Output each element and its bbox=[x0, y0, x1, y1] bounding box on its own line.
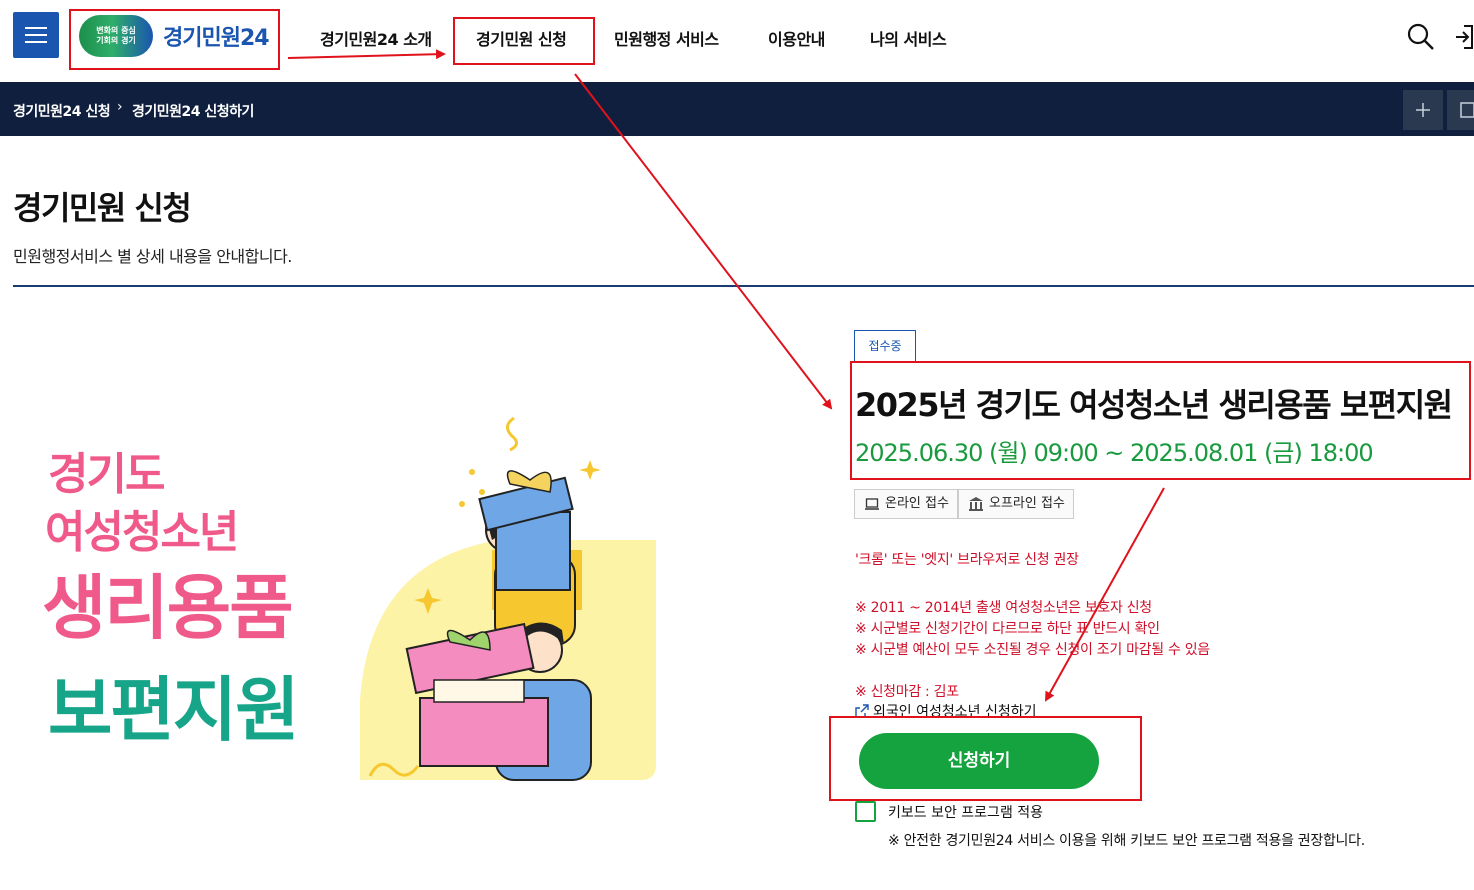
menu-bar-icon bbox=[25, 34, 47, 36]
annotation-arrow bbox=[1045, 487, 1165, 702]
add-bookmark-button[interactable] bbox=[1403, 90, 1443, 130]
poster-line: 여성청소년 bbox=[45, 507, 239, 558]
page-title: 경기민원 신청 bbox=[13, 189, 192, 227]
chip-label: 오프라인 접수 bbox=[989, 496, 1065, 511]
breadcrumb-item-current: 경기민원24 신청하기 bbox=[132, 104, 254, 120]
notice-line: ※ 시군별 예산이 모두 소진될 경우 신청이 조기 마감될 수 있음 bbox=[855, 642, 1210, 658]
poster-line: 생리용품 bbox=[42, 567, 294, 649]
login-icon[interactable] bbox=[1454, 22, 1474, 52]
keyboard-security-label: 키보드 보안 프로그램 적용 bbox=[888, 805, 1044, 821]
title-divider bbox=[13, 285, 1474, 287]
nav-admin-services[interactable]: 민원행정 서비스 bbox=[614, 26, 719, 50]
online-reception-chip: 온라인 접수 bbox=[854, 489, 958, 519]
annotation-box-apply bbox=[829, 716, 1142, 801]
poster-line: 보편지원 bbox=[48, 669, 300, 751]
plus-icon bbox=[1416, 103, 1430, 117]
nav-guide[interactable]: 이용안내 bbox=[768, 26, 825, 50]
nav-about[interactable]: 경기민원24 소개 bbox=[320, 26, 432, 50]
annotation-box-nav bbox=[453, 17, 595, 65]
breadcrumb-separator-icon: › bbox=[117, 99, 123, 115]
chip-label: 온라인 접수 bbox=[885, 496, 949, 511]
poster-line: 경기도 bbox=[48, 449, 165, 500]
deadline-notice: ※ 신청마감 : 김포 bbox=[855, 684, 959, 700]
annotation-box-logo bbox=[69, 9, 280, 70]
menu-bar-icon bbox=[25, 41, 47, 43]
annotation-box-title bbox=[850, 361, 1471, 480]
program-poster: 경기도 여성청소년 생리용품 보편지원 bbox=[30, 400, 670, 790]
hamburger-menu-button[interactable] bbox=[13, 12, 59, 58]
menu-bar-icon bbox=[25, 27, 47, 29]
breadcrumb-bar: 경기민원24 신청 › 경기민원24 신청하기 bbox=[0, 82, 1474, 136]
page-subtitle: 민원행정서비스 별 상세 내용을 안내합니다. bbox=[13, 247, 292, 266]
keyboard-security-checkbox[interactable] bbox=[855, 801, 876, 822]
breadcrumb-item[interactable]: 경기민원24 신청 bbox=[13, 101, 111, 121]
browser-notice: '크롬' 또는 '엣지' 브라우저로 신청 권장 bbox=[855, 552, 1079, 568]
keyboard-security-note: ※ 안전한 경기민원24 서비스 이용을 위해 키보드 보안 프로그램 적용을 … bbox=[888, 833, 1365, 849]
offline-reception-chip: 오프라인 접수 bbox=[958, 489, 1074, 519]
window-button[interactable] bbox=[1447, 90, 1474, 130]
search-icon[interactable] bbox=[1406, 22, 1436, 52]
nav-my-services[interactable]: 나의 서비스 bbox=[870, 26, 947, 50]
building-icon bbox=[969, 497, 983, 511]
notice-line: ※ 2011 ~ 2014년 출생 여성청소년은 보호자 신청 bbox=[855, 600, 1152, 616]
notice-line: ※ 시군별로 신청기간이 다르므로 하단 표 반드시 확인 bbox=[855, 621, 1160, 637]
status-badge: 접수중 bbox=[854, 330, 916, 362]
laptop-icon bbox=[865, 498, 879, 510]
square-icon bbox=[1460, 102, 1474, 118]
